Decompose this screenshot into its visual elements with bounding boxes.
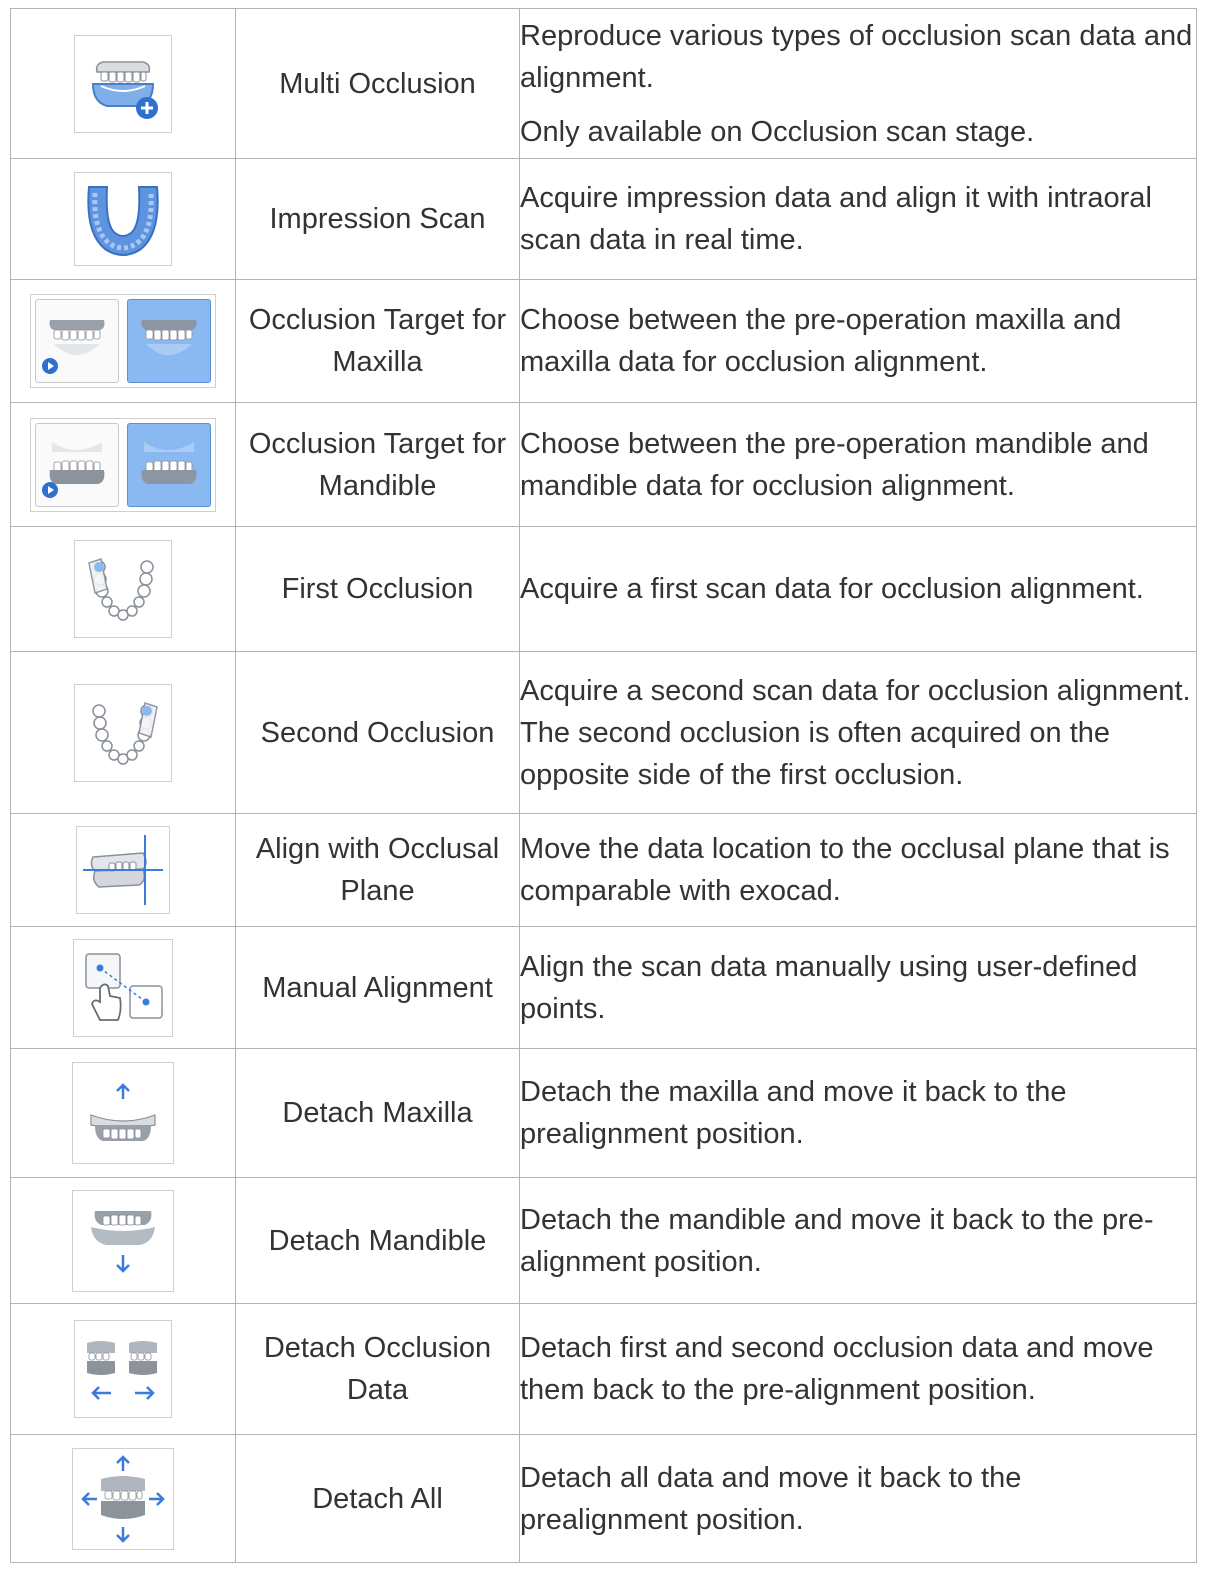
description-text: Acquire a second scan data for occlusion… xyxy=(520,674,1191,791)
table-row: First Occlusion Acquire a first scan dat… xyxy=(10,526,1197,652)
description-text: Detach the maxilla and move it back to t… xyxy=(520,1076,1067,1150)
table-row: Detach All Detach all data and move it b… xyxy=(10,1434,1197,1563)
mandible-option[interactable] xyxy=(127,422,211,507)
description-text: Choose between the pre-operation mandibl… xyxy=(520,427,1149,502)
tool-name: Manual Alignment xyxy=(235,926,520,1049)
tool-name: Detach Mandible xyxy=(235,1177,520,1304)
tool-description: Detach first and second occlusion data a… xyxy=(519,1303,1197,1435)
description-text: Detach the mandible and move it back to … xyxy=(520,1203,1154,1278)
table-row: Detach Occlusion Data Detach first and s… xyxy=(10,1303,1197,1435)
table-row: Multi Occlusion Reproduce various types … xyxy=(10,8,1197,159)
description-text: Align the scan data manually using user-… xyxy=(520,950,1138,1025)
description-text: Detach all data and move it back to the … xyxy=(520,1461,1022,1536)
manual-alignment-icon xyxy=(73,938,173,1037)
tool-name: Impression Scan xyxy=(235,158,520,280)
first-occlusion-icon xyxy=(74,540,172,638)
table-row: Detach Mandible Detach the mandible and … xyxy=(10,1177,1197,1304)
tool-description: Detach the mandible and move it back to … xyxy=(519,1177,1197,1304)
description-text: Choose between the pre-operation maxilla… xyxy=(520,304,1122,378)
occlusion-target-mandible-icon xyxy=(30,417,216,512)
description-text: Move the data location to the occlusal p… xyxy=(520,833,1170,907)
tool-name: Second Occlusion xyxy=(235,651,520,814)
tool-reference-table: Multi Occlusion Reproduce various types … xyxy=(10,8,1197,1563)
table-row: Occlusion Target for Mandible Choose bet… xyxy=(10,402,1197,527)
description-text: Detach first and second occlusion data a… xyxy=(520,1332,1154,1406)
detach-all-icon xyxy=(72,1447,174,1550)
detach-occlusion-data-icon xyxy=(74,1320,172,1418)
tool-description: Align the scan data manually using user-… xyxy=(519,926,1197,1049)
tool-name: Occlusion Target for Maxilla xyxy=(235,279,520,403)
tool-name: Multi Occlusion xyxy=(235,8,520,159)
table-row: Align with Occlusal Plane Move the data … xyxy=(10,813,1197,927)
table-row: Second Occlusion Acquire a second scan d… xyxy=(10,651,1197,814)
tool-description: Detach the maxilla and move it back to t… xyxy=(519,1048,1197,1178)
align-occlusal-plane-icon xyxy=(76,826,170,914)
description-text: Reproduce various types of occlusion sca… xyxy=(520,19,1193,94)
tool-description: Move the data location to the occlusal p… xyxy=(519,813,1197,927)
tool-description: Reproduce various types of occlusion sca… xyxy=(519,8,1197,159)
impression-scan-icon xyxy=(74,172,172,266)
detach-maxilla-icon xyxy=(72,1062,174,1164)
pre-operation-mandible-option[interactable] xyxy=(35,422,119,507)
description-note: Only available on Occlusion scan stage. xyxy=(520,115,1035,148)
tool-description: Detach all data and move it back to the … xyxy=(519,1434,1197,1563)
maxilla-option[interactable] xyxy=(127,299,211,383)
tool-description: Acquire a second scan data for occlusion… xyxy=(519,651,1197,814)
tool-description: Acquire a first scan data for occlusion … xyxy=(519,526,1197,652)
description-text: Acquire impression data and align it wit… xyxy=(520,182,1152,256)
tool-name: Detach Maxilla xyxy=(235,1048,520,1178)
table-row: Impression Scan Acquire impression data … xyxy=(10,158,1197,280)
tool-name: First Occlusion xyxy=(235,526,520,652)
detach-mandible-icon xyxy=(72,1189,174,1292)
second-occlusion-icon xyxy=(74,683,172,782)
multi-occlusion-icon xyxy=(74,34,172,133)
table-row: Detach Maxilla Detach the maxilla and mo… xyxy=(10,1048,1197,1178)
tool-name: Occlusion Target for Mandible xyxy=(235,402,520,527)
tool-name: Detach All xyxy=(235,1434,520,1563)
tool-description: Acquire impression data and align it wit… xyxy=(519,158,1197,280)
description-text: Acquire a first scan data for occlusion … xyxy=(520,573,1144,605)
tool-description: Choose between the pre-operation mandibl… xyxy=(519,402,1197,527)
tool-name: Align with Occlusal Plane xyxy=(235,813,520,927)
table-row: Occlusion Target for Maxilla Choose betw… xyxy=(10,279,1197,403)
pre-operation-maxilla-option[interactable] xyxy=(35,299,119,383)
tool-description: Choose between the pre-operation maxilla… xyxy=(519,279,1197,403)
occlusion-target-maxilla-icon xyxy=(30,294,216,388)
tool-name: Detach Occlusion Data xyxy=(235,1303,520,1435)
table-row: Manual Alignment Align the scan data man… xyxy=(10,926,1197,1049)
